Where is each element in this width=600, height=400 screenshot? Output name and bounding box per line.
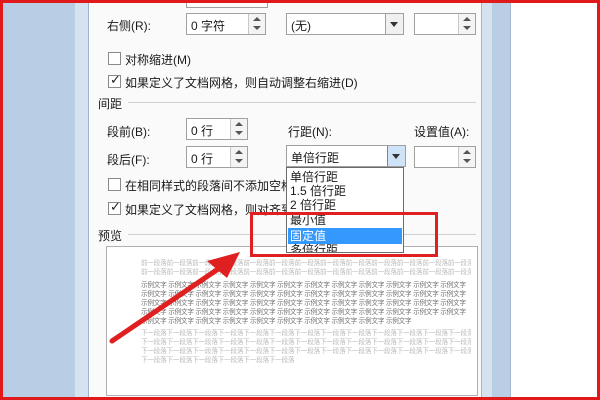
screenshot-frame	[0, 0, 600, 400]
